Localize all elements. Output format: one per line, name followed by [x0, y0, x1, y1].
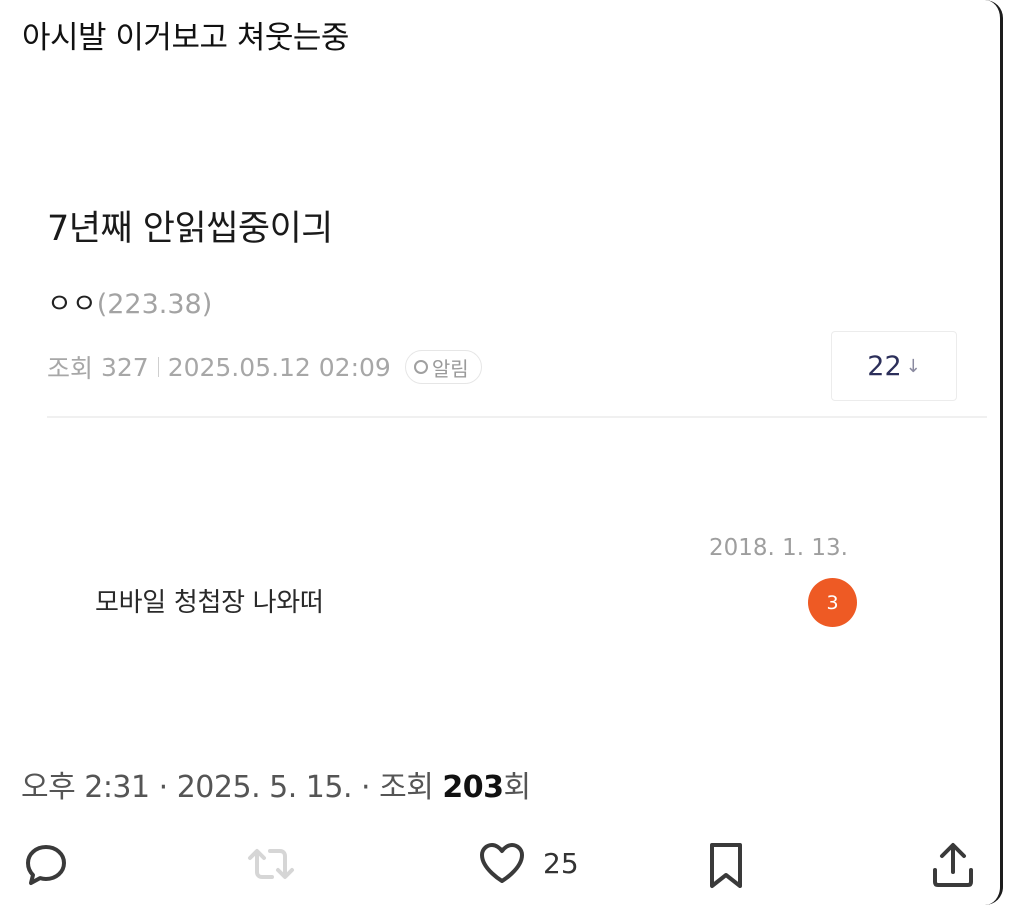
retweet-icon [248, 849, 294, 879]
unread-badge: 3 [808, 578, 857, 627]
meta-divider [157, 357, 159, 377]
message-date: 2018. 1. 13. [709, 535, 848, 561]
share-button[interactable] [930, 840, 976, 890]
meta-dot: · [149, 770, 177, 805]
bookmark-button[interactable] [705, 840, 747, 890]
alarm-label: 알림 [431, 356, 469, 381]
tweet-action-bar: 25 [0, 840, 1009, 900]
post-title: 7년째 안읽씹중이긔 [47, 209, 334, 249]
post-views-label: 조회 [47, 354, 94, 383]
tweet-views-count: 203 [442, 770, 504, 805]
tweet-text: 아시발 이거보고 쳐웃는중 [22, 20, 349, 56]
reply-icon [26, 845, 66, 885]
message-text: 모바일 청첩장 나와떠 [95, 588, 324, 618]
heart-icon [480, 843, 524, 883]
meta-dot: · [352, 770, 380, 805]
tweet-meta: 오후 2:31 · 2025. 5. 15. · 조회 203회 [21, 762, 531, 806]
post-meta-row: 조회 327 2025.05.12 02:09 알림 [47, 349, 482, 385]
post-datetime: 2025.05.12 02:09 [167, 352, 391, 382]
share-icon [933, 843, 973, 887]
post-author: ㅇㅇ(223.38) [47, 282, 212, 321]
notification-bubble-icon [413, 360, 428, 374]
down-arrow-icon: ↓ [905, 355, 921, 377]
retweet-button[interactable] [245, 840, 297, 888]
author-ip: (223.38) [96, 289, 213, 320]
tweet-views-suffix: 회 [503, 770, 532, 805]
tweet-date: 2025. 5. 15. [176, 770, 353, 805]
tweet-time: 오후 2:31 [21, 770, 150, 805]
comment-count: 22 [867, 350, 902, 382]
alarm-button[interactable]: 알림 [404, 350, 482, 384]
like-count: 25 [543, 846, 579, 880]
divider [47, 416, 987, 418]
comment-count-button[interactable]: 22 ↓ [831, 331, 957, 401]
tweet-views-label: 조회 [379, 770, 434, 805]
reply-button[interactable] [22, 840, 70, 888]
like-button[interactable]: 25 [477, 840, 579, 886]
bookmark-icon [710, 843, 742, 888]
post-views: 327 [100, 352, 149, 382]
author-name: ㅇㅇ [47, 289, 97, 320]
